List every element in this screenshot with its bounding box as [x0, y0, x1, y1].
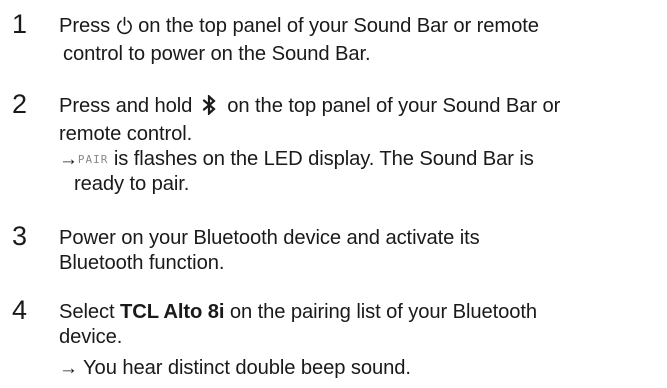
- step-text-line: Bluetooth function.: [59, 252, 225, 274]
- bluetooth-icon: [202, 94, 216, 122]
- step-text-line: Power on your Bluetooth device and activ…: [59, 227, 480, 249]
- step-text-segment: Select: [59, 301, 121, 323]
- step-2: 2 Press and hold on the top panel of you…: [0, 90, 667, 210]
- step-number: 2: [12, 89, 28, 119]
- step-text-line: device.: [59, 326, 123, 348]
- step-1: 1 Press on the top panel of your Sound B…: [0, 10, 667, 70]
- led-pair-indicator: PAIR: [77, 153, 109, 166]
- step-4: 4 Select TCL Alto 8i on the pairing list…: [0, 296, 667, 386]
- step-text: Power on your Bluetooth device and activ…: [59, 226, 659, 276]
- power-icon: [116, 16, 133, 42]
- step-result-text: is flashes on the LED display. The Sound…: [108, 148, 534, 170]
- step-result: →PAIR is flashes on the LED display. The…: [59, 147, 659, 172]
- step-number: 1: [12, 9, 28, 39]
- arrow-right-icon: →: [59, 149, 78, 170]
- product-name: TCL Alto 8i: [120, 301, 225, 323]
- step-text: Select TCL Alto 8i on the pairing list o…: [59, 300, 659, 381]
- step-3: 3 Power on your Bluetooth device and act…: [0, 222, 667, 282]
- step-text-line: remote control.: [59, 123, 193, 145]
- step-result: → You hear distinct double beep sound.: [59, 356, 659, 381]
- arrow-right-icon: →: [59, 358, 78, 379]
- step-text: Press on the top panel of your Sound Bar…: [59, 14, 659, 67]
- step-result-text: You hear distinct double beep sound.: [77, 357, 411, 379]
- step-text-segment: Press and hold: [59, 95, 198, 117]
- step-text: Press and hold on the top panel of your …: [59, 94, 659, 197]
- step-text-segment: on the top panel of your Sound Bar or: [221, 95, 561, 117]
- step-text-segment: on the top panel of your Sound Bar or re…: [132, 15, 539, 37]
- step-number: 4: [12, 295, 28, 325]
- step-text-segment: on the pairing list of your Bluetooth: [224, 301, 538, 323]
- step-text-line: control to power on the Sound Bar.: [63, 43, 371, 65]
- instruction-page: 1 Press on the top panel of your Sound B…: [0, 0, 667, 388]
- step-text-segment: Press: [59, 15, 116, 37]
- step-number: 3: [12, 221, 28, 251]
- step-result-text: ready to pair.: [74, 173, 190, 195]
